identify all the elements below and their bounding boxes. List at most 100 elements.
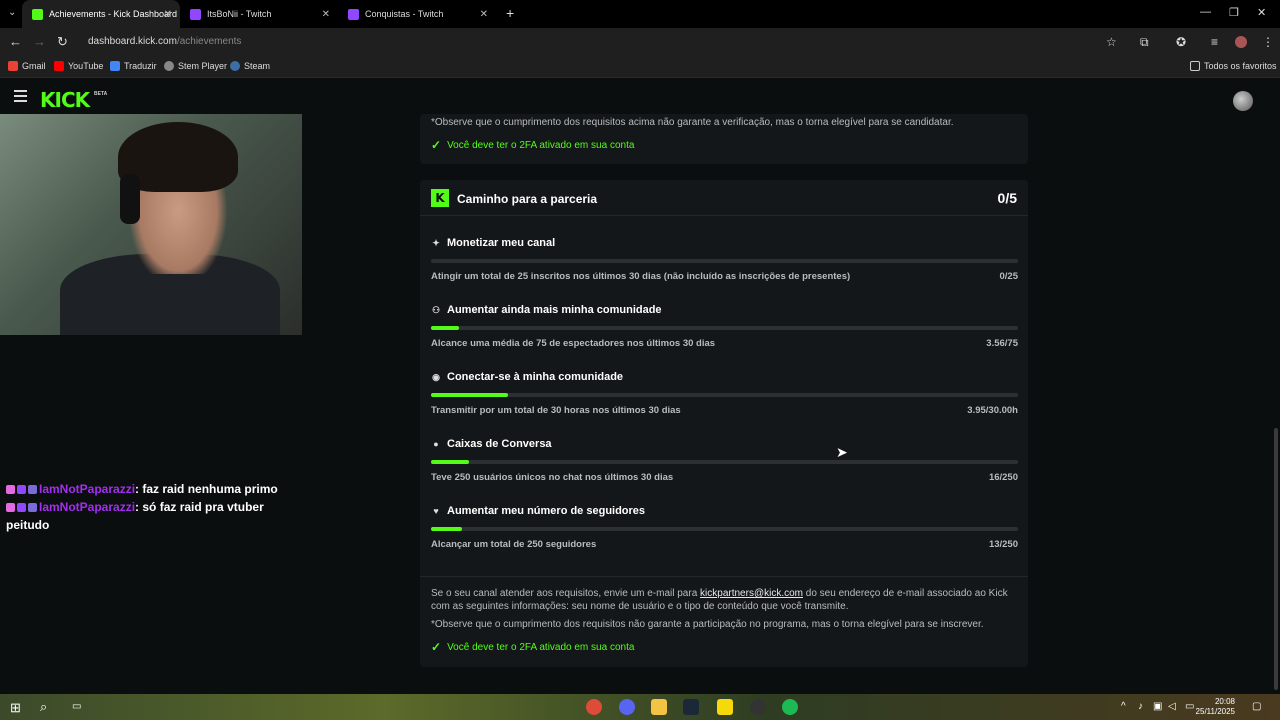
requirement-title: ● Caixas de Conversa <box>431 438 552 450</box>
partner-email-link[interactable]: kickpartners@kick.com <box>700 588 803 599</box>
close-window-icon[interactable]: ✕ <box>1257 6 1266 19</box>
requirement-title-text: Aumentar meu número de seguidores <box>447 505 646 517</box>
requirement-description: Alcance uma média de 75 de espectadores … <box>431 338 716 349</box>
microphone-icon[interactable]: ♪ <box>1138 701 1143 712</box>
progress-bar <box>431 393 1018 397</box>
bookmark-youtube[interactable]: YouTube <box>54 61 103 71</box>
close-tab-icon[interactable]: ✕ <box>480 9 488 20</box>
progress-fill <box>431 326 459 330</box>
obs-icon[interactable] <box>750 699 766 715</box>
network-icon[interactable]: ▣ <box>1153 701 1162 712</box>
bookmark-label: Steam <box>244 61 271 71</box>
requirement-title-text: Caixas de Conversa <box>447 438 552 450</box>
new-tab-button[interactable]: + <box>506 5 514 21</box>
broadcast-icon: ◉ <box>432 371 440 382</box>
bookmark-label: Stem Player <box>178 61 228 71</box>
taskbar-time[interactable]: 20:08 <box>1195 697 1235 706</box>
chat-bubble-icon: ● <box>433 439 439 449</box>
partner-info-text: Se o seu canal atender aos requisitos, e… <box>431 587 1016 613</box>
twofa-text: Você deve ter o 2FA ativado em sua conta <box>447 139 635 151</box>
beta-badge: BETA <box>94 91 108 97</box>
progress-fill <box>431 527 462 531</box>
display-icon[interactable]: ▭ <box>1185 701 1194 712</box>
chrome-icon[interactable] <box>586 699 602 715</box>
menu-dots-icon[interactable]: ⋮ <box>1262 35 1274 49</box>
partner-note: *Observe que o cumprimento dos requisito… <box>431 619 984 630</box>
twitch-favicon-icon <box>190 8 201 20</box>
tray-chevron-icon[interactable]: ^ <box>1121 701 1126 712</box>
requirement-progress-value: 3.56/75 <box>986 338 1018 349</box>
bookmark-traduzir[interactable]: Traduzir <box>110 61 157 71</box>
hamburger-menu-icon[interactable] <box>14 90 27 105</box>
kick-logo[interactable]: KICK <box>40 88 90 112</box>
headset-icon <box>120 174 140 224</box>
requirement-title: ✦ Monetizar meu canal <box>431 237 555 249</box>
bookmark-star-icon[interactable]: ☆ <box>1106 35 1117 49</box>
spotify-icon[interactable] <box>782 699 798 715</box>
tab-search-icon[interactable]: ⌄ <box>8 7 16 18</box>
extensions-icon[interactable]: ⧉ <box>1140 35 1149 50</box>
bookmark-gmail[interactable]: Gmail <box>8 61 46 71</box>
windows-start-icon[interactable]: ⊞ <box>10 700 21 716</box>
verification-card: *Observe que o cumprimento dos requisito… <box>420 114 1028 164</box>
sticky-notes-icon[interactable] <box>717 699 733 715</box>
twitch-favicon-icon <box>348 8 359 20</box>
progress-fill <box>431 393 509 397</box>
url-field[interactable]: dashboard.kick.com/achievements <box>88 36 241 47</box>
bookmark-label: YouTube <box>68 61 104 71</box>
progress-bar <box>431 460 1018 464</box>
stem-player-icon <box>164 61 174 71</box>
close-tab-icon[interactable]: ✕ <box>322 9 330 20</box>
requirement-title: ⚇ Aumentar ainda mais minha comunidade <box>431 304 662 316</box>
requirement-description: Atingir um total de 25 inscritos nos últ… <box>431 271 851 282</box>
verification-note: *Observe que o cumprimento dos requisito… <box>431 117 954 128</box>
forward-icon[interactable]: → <box>33 34 46 49</box>
maximize-icon[interactable]: ❐ <box>1229 6 1239 19</box>
file-explorer-icon[interactable] <box>651 699 667 715</box>
bookmark-stem-player[interactable]: Stem Player <box>164 61 227 71</box>
bookmark-label: Gmail <box>22 61 46 71</box>
volume-icon[interactable]: ◁ <box>1168 701 1176 712</box>
all-bookmarks-folder[interactable]: Todos os favoritos <box>1190 61 1277 71</box>
info-prefix: Se o seu canal atender aos requisitos, e… <box>431 588 701 599</box>
partner-card-header: K Caminho para a parceria 0/5 <box>420 180 1028 216</box>
tab-twitch-conquistas[interactable]: Conquistas - Twitch ✕ <box>338 0 496 28</box>
twofa-text: Você deve ter o 2FA ativado em sua conta <box>447 641 635 653</box>
requirement-description: Alcançar um total de 250 seguidores <box>431 539 597 550</box>
checkmark-icon: ✓ <box>431 640 442 654</box>
close-tab-icon[interactable]: ✕ <box>164 9 172 20</box>
bookmark-steam[interactable]: Steam <box>230 61 270 71</box>
chat-message: IamNotPaparazzi: só faz raid pra vtuber … <box>6 500 264 532</box>
tab-kick-achievements[interactable]: Achievements - Kick Dashboard ✕ <box>22 0 180 28</box>
media-control-icon[interactable]: ≡ <box>1211 35 1218 49</box>
tab-twitch-itsbonii[interactable]: ItsBoNii - Twitch ✕ <box>180 0 338 28</box>
twofa-requirement: ✓ Você deve ter o 2FA ativado em sua con… <box>431 640 634 654</box>
taskbar-date[interactable]: 25/11/2025 <box>1195 707 1235 716</box>
sparkle-icon: ✦ <box>432 237 440 248</box>
kick-k-icon: K <box>431 189 449 207</box>
progress-bar <box>431 326 1018 330</box>
progress-bar <box>431 259 1018 263</box>
partner-card-score: 0/5 <box>997 190 1017 206</box>
bookmarks-bar: Gmail YouTube Traduzir Stem Player Steam… <box>0 56 1280 78</box>
requirement-title-text: Conectar-se à minha comunidade <box>447 371 624 383</box>
youtube-icon <box>54 61 64 71</box>
extension-star-icon[interactable]: ✪ <box>1176 35 1186 49</box>
requirement-progress-value: 3.95/30.00h <box>967 405 1018 416</box>
user-avatar[interactable] <box>1233 91 1253 111</box>
discord-icon[interactable] <box>619 699 635 715</box>
page-scrollbar[interactable] <box>1274 428 1278 690</box>
minimize-icon[interactable]: — <box>1200 6 1211 18</box>
tab-title: ItsBoNii - Twitch <box>207 9 272 19</box>
notifications-icon[interactable]: ▢ <box>1252 701 1261 712</box>
profile-avatar-icon[interactable] <box>1235 36 1247 48</box>
requirement-progress-value: 13/250 <box>988 539 1018 550</box>
task-view-icon[interactable]: ▭ <box>72 701 81 712</box>
steam-taskbar-icon[interactable] <box>683 699 699 715</box>
tab-title: Conquistas - Twitch <box>365 9 444 19</box>
requirement-title-text: Monetizar meu canal <box>447 237 556 249</box>
search-icon[interactable]: ⌕ <box>40 699 47 715</box>
back-icon[interactable]: ← <box>9 34 22 49</box>
reload-icon[interactable]: ↻ <box>57 34 68 50</box>
progress-bar <box>431 527 1018 531</box>
